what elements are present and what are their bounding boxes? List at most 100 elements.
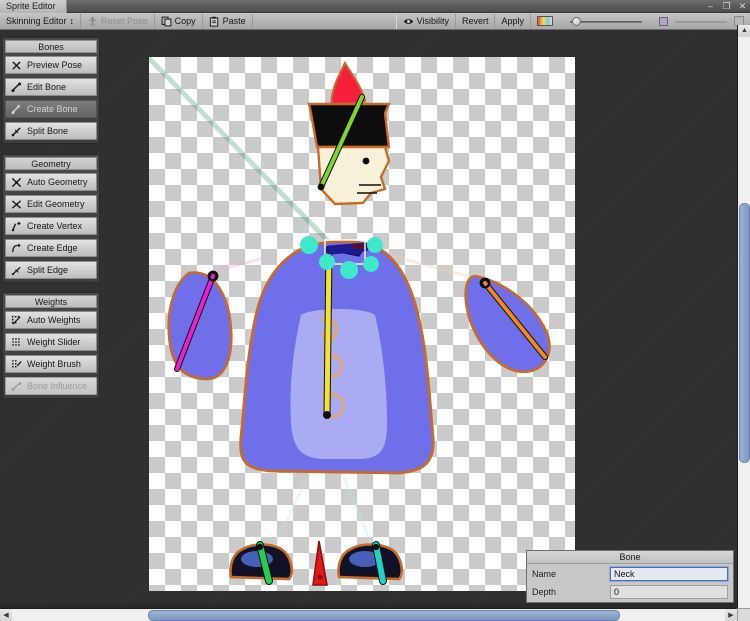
visibility-label: Visibility [417,14,449,29]
vertical-scrollbar[interactable]: ▲ ▼ [737,25,750,621]
weight-handle [363,256,379,272]
tool-split-edge[interactable]: Split Edge [5,261,97,279]
tool-label: Preview Pose [27,60,82,70]
tool-edit-geometry[interactable]: Edit Geometry [5,195,97,213]
paste-label: Paste [223,14,246,29]
copy-icon [161,16,172,27]
tool-label: Edit Bone [27,82,66,92]
bone-depth-label: Depth [532,587,610,597]
copy-button[interactable]: Copy [155,14,203,29]
tool-bone-influence[interactable]: Bone Influence [5,377,97,395]
bone-depth-row: Depth 0 [527,584,733,600]
weight-handle [319,254,335,270]
tool-label: Weight Slider [27,337,80,347]
tool-create-edge[interactable]: Create Edge [5,239,97,257]
paste-icon [209,16,220,27]
close-icon[interactable]: ✕ [737,0,748,13]
sprite-torso [241,242,434,473]
tool-edit-bone[interactable]: Edit Bone [5,78,97,96]
weight-slider-icon [11,337,22,348]
tool-weight-slider[interactable]: Weight Slider [5,333,97,351]
panel-geometry-title: Geometry [5,157,97,170]
paste-button[interactable]: Paste [203,14,253,29]
slider-knob[interactable] [572,17,581,26]
color-swatch-button[interactable] [531,14,559,29]
color-swatch-icon [537,16,553,26]
vertical-scroll-thumb[interactable] [739,203,750,463]
eye-icon [403,16,414,27]
weight-handle [300,236,318,254]
split-bone-icon [11,126,22,137]
bone-name-row: Name Neck [527,566,733,582]
preview-pose-icon [11,60,22,71]
window-tab-sprite-editor[interactable]: Sprite Editor [0,0,67,13]
reset-pose-button[interactable]: Reset Pose [81,14,155,29]
create-vertex-icon [11,221,22,232]
weight-brush-icon [11,359,22,370]
tool-auto-weights[interactable]: Auto Weights [5,311,97,329]
auto-weights-icon [11,315,22,326]
maximize-icon[interactable]: ❐ [721,0,732,13]
bone-depth-input[interactable]: 0 [610,585,728,599]
tool-preview-pose[interactable]: Preview Pose [5,56,97,74]
bone-inspector-title: Bone [527,551,733,564]
horizontal-scrollbar[interactable]: ◀ ▶ [0,608,737,621]
tool-split-bone[interactable]: Split Bone [5,122,97,140]
sprite-editor-window: Sprite Editor – ❐ ✕ Skinning Editor ↕ Re… [0,0,750,621]
tool-label: Auto Geometry [27,177,88,187]
edit-bone-icon [11,82,22,93]
tool-label: Auto Weights [27,315,80,325]
create-edge-icon [11,243,22,254]
reset-pose-icon [87,16,98,27]
weight-handle [367,237,383,253]
tool-label: Edit Geometry [27,199,85,209]
sprite-artwork [149,57,575,591]
scroll-left-icon[interactable]: ◀ [0,609,12,621]
sprite-canvas[interactable] [149,57,575,591]
bone-inspector-panel: Bone Name Neck Depth 0 [526,550,734,603]
tool-create-bone[interactable]: Create Bone [5,100,97,118]
chevron-updown-icon: ↕ [70,17,75,26]
opacity-slider[interactable] [559,14,653,29]
opacity-slider-track[interactable] [570,16,642,27]
secondary-slider[interactable] [653,14,750,29]
secondary-slider-track[interactable] [675,16,727,27]
bone-name-input[interactable]: Neck [610,567,728,581]
apply-label: Apply [501,14,524,29]
revert-button[interactable]: Revert [456,14,496,29]
tool-label: Weight Brush [27,359,81,369]
horizontal-scroll-thumb[interactable] [148,610,620,621]
secondary-slider-knob[interactable] [659,17,668,26]
reset-pose-label: Reset Pose [101,14,148,29]
tool-label: Split Edge [27,265,68,275]
visibility-button[interactable]: Visibility [396,14,456,29]
title-bar: Sprite Editor – ❐ ✕ [0,0,750,13]
apply-button[interactable]: Apply [495,14,531,29]
panel-bones: Bones Preview Pose Edit Bone Create Bone [2,37,100,144]
panel-weights: Weights Auto Weights Weight Slid [2,292,100,399]
bone-influence-icon [11,381,22,392]
minimize-icon[interactable]: – [705,0,716,13]
tool-create-vertex[interactable]: Create Vertex [5,217,97,235]
tool-label: Bone Influence [27,381,87,391]
panel-geometry: Geometry Auto Geometry Edit Geometry Cre… [2,154,100,283]
main-toolbar: Skinning Editor ↕ Reset Pose Copy [0,13,750,30]
tool-label: Split Bone [27,126,68,136]
slider2-track-line [675,21,727,23]
scroll-right-icon[interactable]: ▶ [725,609,737,621]
editor-mode-dropdown[interactable]: Skinning Editor ↕ [0,14,81,29]
editor-mode-label: Skinning Editor [6,14,67,29]
auto-geometry-icon [11,177,22,188]
bone-name-label: Name [532,569,610,579]
edit-geometry-icon [11,199,22,210]
tool-label: Create Edge [27,243,78,253]
panel-bones-title: Bones [5,40,97,53]
tool-auto-geometry[interactable]: Auto Geometry [5,173,97,191]
weight-handle [340,261,358,279]
tool-label: Create Vertex [27,221,82,231]
revert-label: Revert [462,14,489,29]
window-controls: – ❐ ✕ [705,0,748,13]
tool-weight-brush[interactable]: Weight Brush [5,355,97,373]
create-bone-icon [11,104,22,115]
scroll-up-icon[interactable]: ▲ [738,25,750,37]
